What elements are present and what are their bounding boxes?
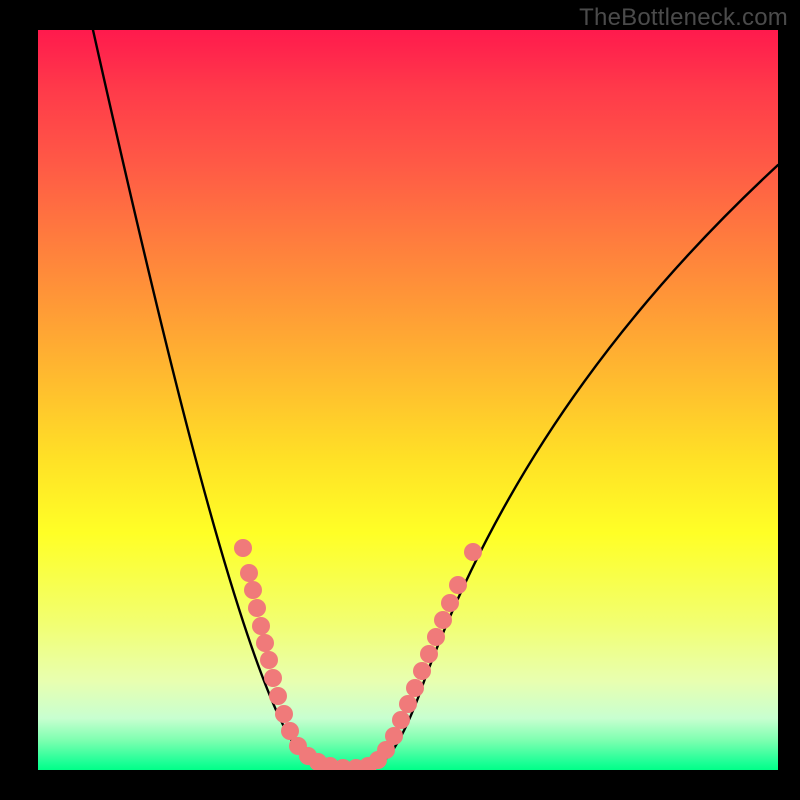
data-dot	[449, 576, 467, 594]
data-dot	[248, 599, 266, 617]
data-dot	[413, 662, 431, 680]
data-dot	[240, 564, 258, 582]
data-dot	[269, 687, 287, 705]
data-dot	[392, 711, 410, 729]
plot-area	[38, 30, 778, 770]
curve-svg	[38, 30, 778, 770]
data-dot	[244, 581, 262, 599]
brand-watermark: TheBottleneck.com	[579, 4, 788, 32]
data-dots	[234, 539, 482, 770]
data-dot	[464, 543, 482, 561]
data-dot	[260, 651, 278, 669]
data-dot	[234, 539, 252, 557]
data-dot	[406, 679, 424, 697]
data-dot	[275, 705, 293, 723]
data-dot	[441, 594, 459, 612]
data-dot	[264, 669, 282, 687]
chart-stage: TheBottleneck.com	[0, 0, 800, 800]
data-dot	[399, 695, 417, 713]
data-dot	[420, 645, 438, 663]
data-dot	[427, 628, 445, 646]
data-dot	[252, 617, 270, 635]
data-dot	[434, 611, 452, 629]
data-dot	[385, 727, 403, 745]
data-dot	[256, 634, 274, 652]
